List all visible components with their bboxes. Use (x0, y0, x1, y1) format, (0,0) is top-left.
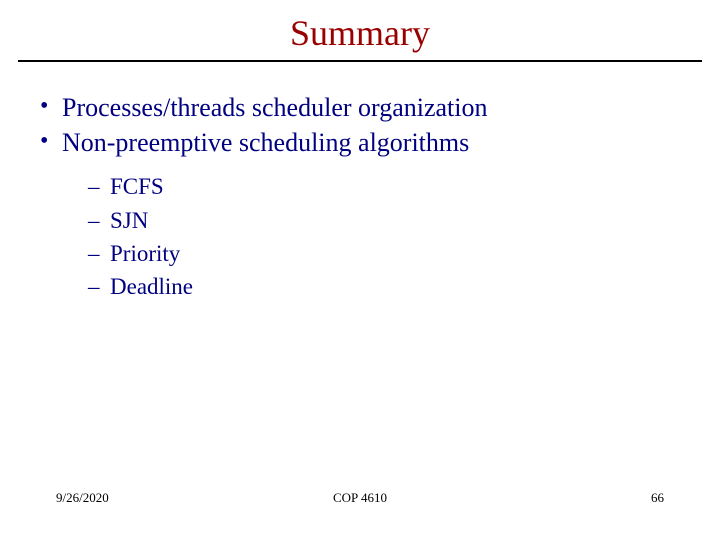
sub-item: Deadline (88, 270, 682, 303)
bullet-item: Processes/threads scheduler organization (38, 90, 682, 125)
slide-title: Summary (0, 0, 720, 60)
footer-date: 9/26/2020 (56, 490, 109, 506)
slide-footer: 9/26/2020 COP 4610 66 (0, 490, 720, 506)
sub-list: FCFS SJN Priority Deadline (88, 170, 682, 303)
footer-page-number: 66 (651, 490, 664, 506)
bullet-item: Non-preemptive scheduling algorithms (38, 125, 682, 160)
slide-content: Processes/threads scheduler organization… (0, 62, 720, 304)
footer-course: COP 4610 (333, 490, 387, 506)
slide: Summary Processes/threads scheduler orga… (0, 0, 720, 540)
bullet-list: Processes/threads scheduler organization… (38, 90, 682, 160)
sub-item: SJN (88, 204, 682, 237)
sub-item: Priority (88, 237, 682, 270)
sub-item: FCFS (88, 170, 682, 203)
